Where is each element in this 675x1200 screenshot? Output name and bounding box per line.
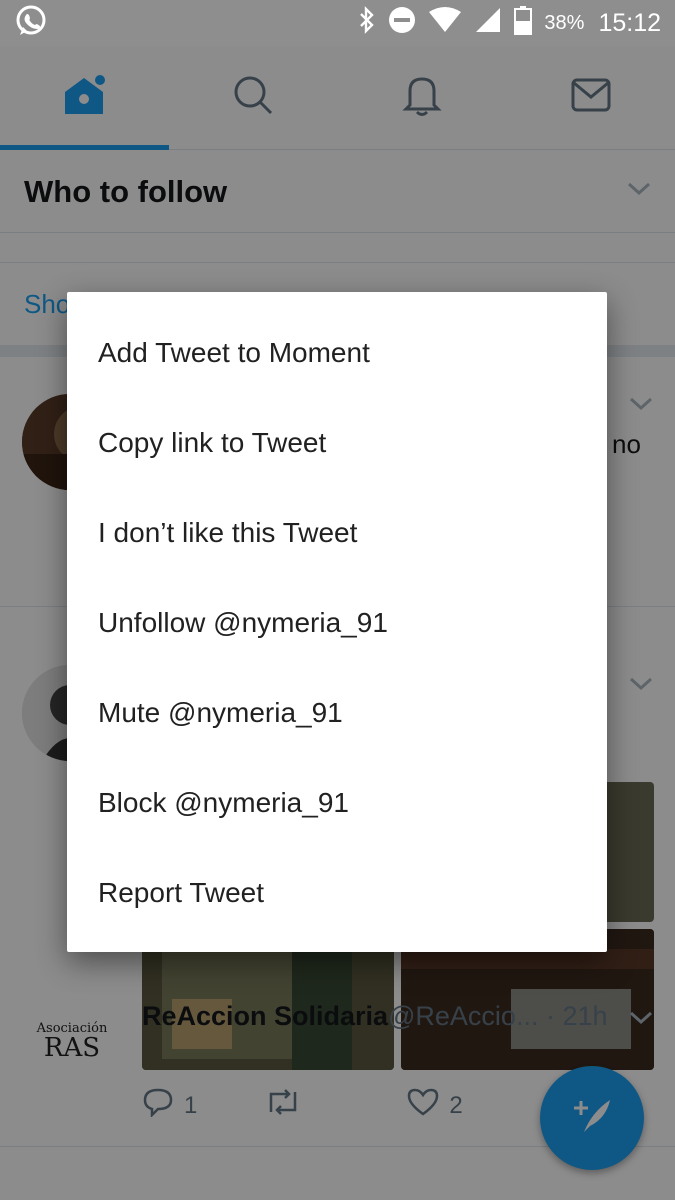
tweet-options-menu: Add Tweet to Moment Copy link to Tweet I… xyxy=(67,292,607,952)
menu-item-unfollow[interactable]: Unfollow @nymeria_91 xyxy=(67,578,607,668)
battery-percent: 38% xyxy=(544,11,585,34)
menu-item-report[interactable]: Report Tweet xyxy=(67,848,607,938)
battery-icon xyxy=(514,5,533,41)
signal-icon xyxy=(474,6,502,40)
wifi-icon xyxy=(428,6,462,40)
menu-item-mute[interactable]: Mute @nymeria_91 xyxy=(67,668,607,758)
menu-item-block[interactable]: Block @nymeria_91 xyxy=(67,758,607,848)
menu-item-copy-link[interactable]: Copy link to Tweet xyxy=(67,398,607,488)
status-bar: 38% 15:12 xyxy=(0,0,675,46)
whatsapp-icon xyxy=(14,4,48,43)
bluetooth-icon xyxy=(358,6,376,40)
menu-item-dont-like[interactable]: I don’t like this Tweet xyxy=(67,488,607,578)
clock: 15:12 xyxy=(598,8,661,37)
menu-item-add-to-moment[interactable]: Add Tweet to Moment xyxy=(67,308,607,398)
do-not-disturb-icon xyxy=(388,6,416,40)
